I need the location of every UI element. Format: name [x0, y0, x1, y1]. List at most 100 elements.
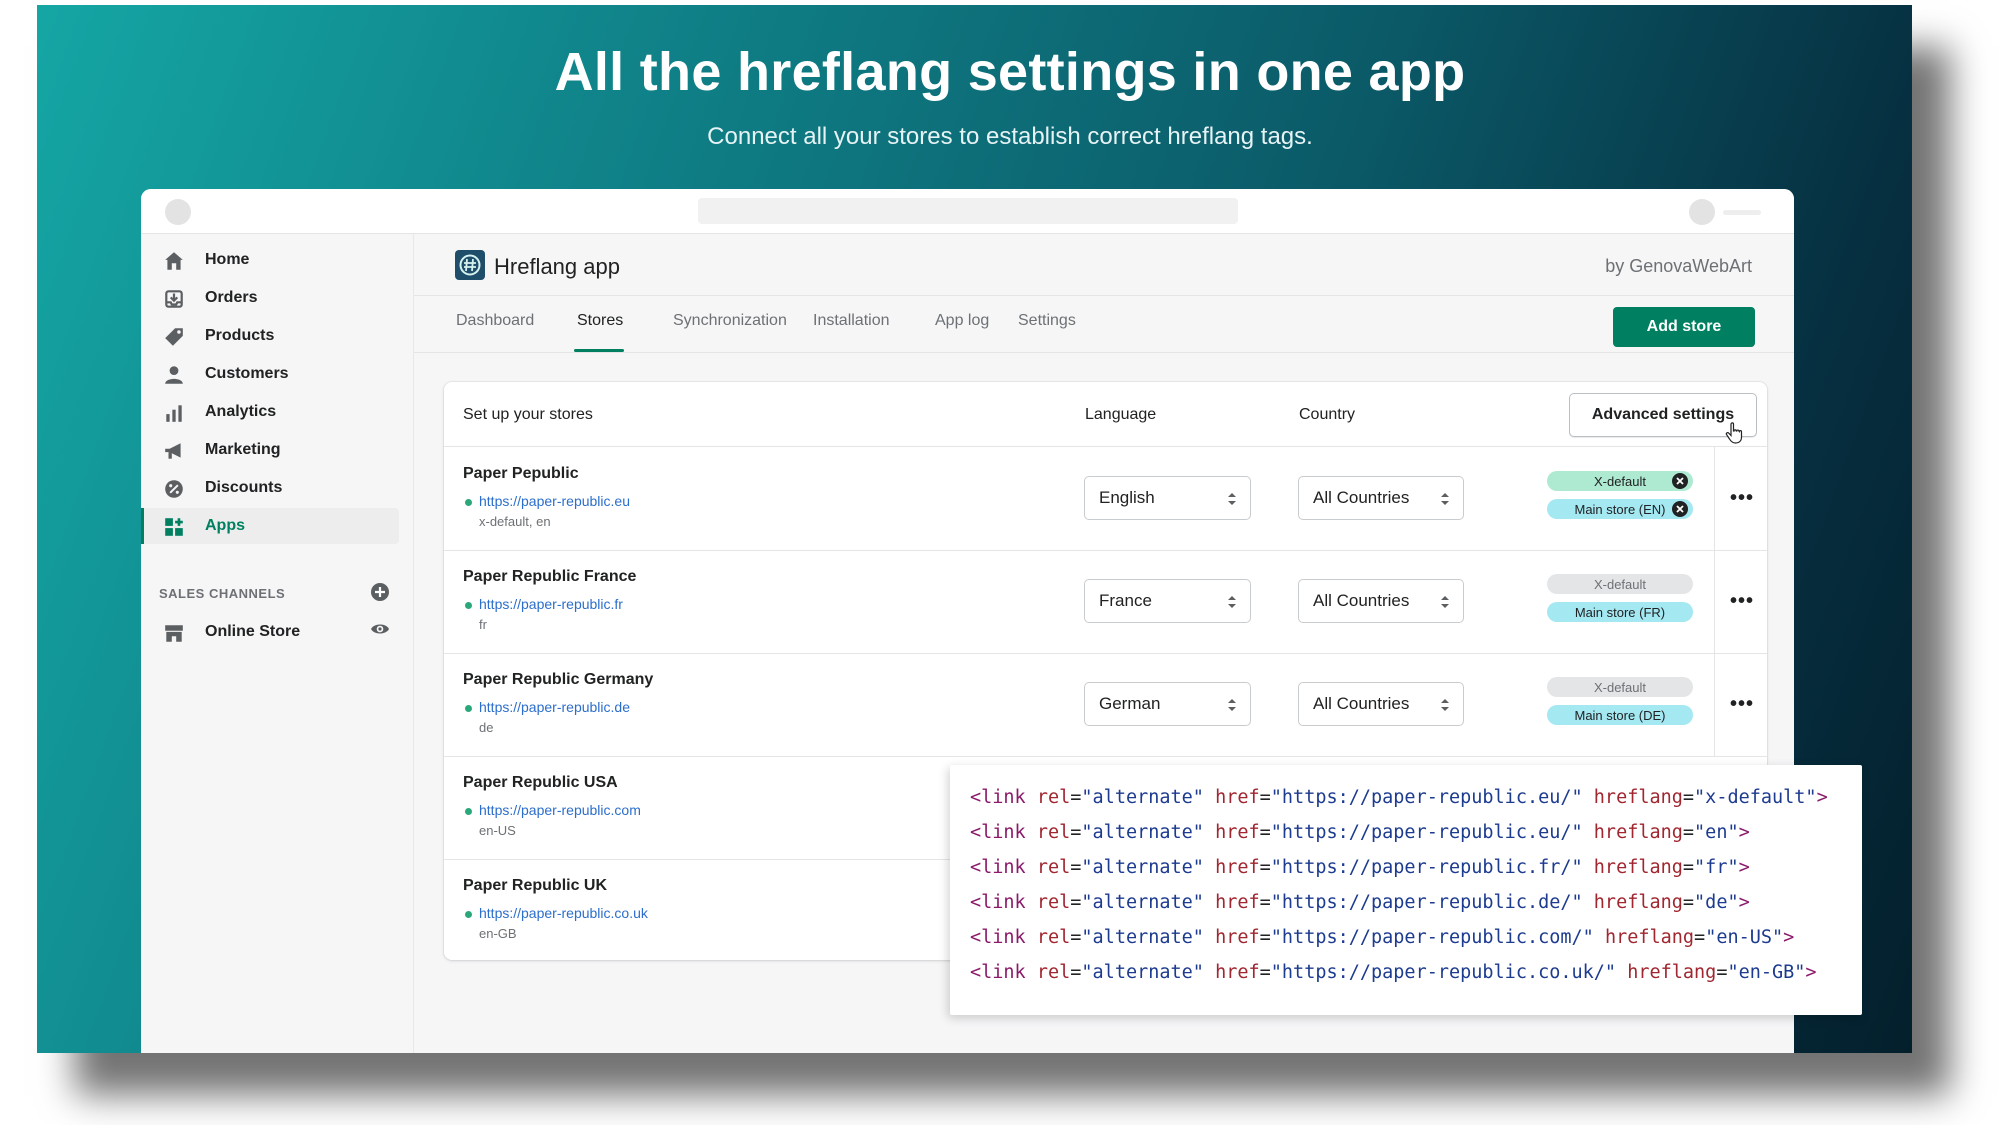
sidebar-item-discounts[interactable]: Discounts — [141, 470, 399, 506]
country-select[interactable]: All Countries — [1298, 682, 1464, 726]
person-icon — [165, 366, 183, 384]
hand-cursor-icon — [1725, 422, 1743, 444]
more-actions-icon[interactable]: ••• — [1730, 487, 1754, 510]
stores-card-header: Set up your stores Language Country Adva… — [444, 382, 1767, 447]
store-name: Paper Republic France — [463, 568, 637, 585]
code-line: <link rel="alternate" href="https://pape… — [970, 927, 1795, 948]
search-bar[interactable] — [698, 198, 1238, 224]
store-url-link[interactable]: https://paper-republic.eu — [479, 493, 630, 509]
language-select[interactable]: France — [1084, 579, 1251, 623]
remove-badge-icon[interactable] — [1672, 473, 1688, 489]
hero-title: All the hreflang settings in one app — [554, 42, 1466, 102]
country-select[interactable]: All Countries — [1298, 476, 1464, 520]
select-arrows-icon — [1228, 493, 1236, 505]
badge-label: Main store (DE) — [1574, 707, 1666, 723]
main-store-badge[interactable]: Main store (EN) — [1547, 499, 1693, 519]
remove-badge-icon[interactable] — [1672, 501, 1688, 517]
admin-top-bar — [141, 189, 1794, 234]
sidebar-item-orders[interactable]: Orders — [141, 280, 399, 316]
sidebar-item-label: Online Store — [205, 623, 301, 640]
account-name-placeholder — [1723, 210, 1761, 215]
sidebar-item-customers[interactable]: Customers — [141, 356, 399, 392]
hreflang-codes: x-default, en — [479, 514, 551, 529]
developer-credit: by GenovaWebArt — [1605, 256, 1752, 276]
sidebar-item-marketing[interactable]: Marketing — [141, 432, 399, 468]
app-header: Hreflang app by GenovaWebArt — [414, 234, 1794, 296]
country-column-header: Country — [1299, 406, 1356, 423]
tag-icon — [165, 328, 183, 346]
code-line: <link rel="alternate" href="https://pape… — [970, 962, 1817, 983]
more-actions-icon[interactable]: ••• — [1730, 590, 1754, 613]
x-default-badge[interactable]: X-default — [1547, 471, 1693, 491]
store-url-link[interactable]: https://paper-republic.co.uk — [479, 905, 648, 921]
badge-label: X-default — [1593, 473, 1647, 489]
tab-app-log[interactable]: App log — [935, 312, 989, 330]
tab-stores[interactable]: Stores — [577, 312, 623, 330]
app-title: Hreflang app — [494, 254, 620, 279]
language-select[interactable]: English — [1084, 476, 1251, 520]
add-store-button[interactable]: Add store — [1613, 307, 1755, 347]
hreflang-codes: en-US — [479, 823, 516, 838]
discount-icon — [165, 480, 183, 498]
store-logo-placeholder[interactable] — [165, 199, 191, 225]
country-select-value: All Countries — [1313, 694, 1410, 713]
active-tab-underline — [574, 349, 624, 352]
badge-label: Main store (EN) — [1574, 501, 1666, 517]
tab-synchronization[interactable]: Synchronization — [673, 312, 787, 330]
main-store-badge[interactable]: Main store (DE) — [1547, 705, 1693, 725]
status-dot — [465, 602, 472, 609]
store-name: Paper Republic USA — [463, 774, 618, 791]
card-title: Set up your stores — [463, 406, 593, 423]
store-url-link[interactable]: https://paper-republic.de — [479, 699, 630, 715]
store-url-link[interactable]: https://paper-republic.com — [479, 802, 641, 818]
hero-subtitle: Connect all your stores to establish cor… — [707, 123, 1313, 150]
language-select-value: German — [1099, 694, 1161, 713]
store-url-link[interactable]: https://paper-republic.fr — [479, 596, 623, 612]
hreflang-codes: de — [479, 720, 494, 735]
x-default-badge[interactable]: X-default — [1547, 677, 1693, 697]
sidebar-item-analytics[interactable]: Analytics — [141, 394, 399, 430]
sidebar-item-online-store[interactable]: Online Store — [141, 614, 399, 650]
sidebar-item-products[interactable]: Products — [141, 318, 399, 354]
column-divider — [1714, 550, 1715, 653]
country-select-value: All Countries — [1313, 591, 1410, 610]
store-row: Paper Republic France https://paper-repu… — [444, 550, 1767, 654]
status-dot — [465, 911, 472, 918]
sidebar: Home Orders Products Customers Analytics… — [141, 234, 414, 1053]
main-store-badge[interactable]: Main store (FR) — [1547, 602, 1693, 622]
add-channel-icon[interactable] — [370, 582, 390, 602]
store-name: Paper Pepublic — [463, 465, 579, 482]
country-select-value: All Countries — [1313, 488, 1410, 507]
avatar[interactable] — [1689, 199, 1715, 225]
sidebar-item-label: Orders — [205, 289, 258, 306]
tab-installation[interactable]: Installation — [813, 312, 890, 330]
sidebar-item-apps[interactable]: Apps — [141, 508, 399, 544]
x-default-badge[interactable]: X-default — [1547, 574, 1693, 594]
sidebar-item-label: Apps — [205, 517, 245, 534]
eye-icon[interactable] — [370, 619, 390, 639]
tab-settings[interactable]: Settings — [1018, 312, 1076, 330]
orders-icon — [165, 290, 183, 308]
select-arrows-icon — [1441, 493, 1449, 505]
more-actions-icon[interactable]: ••• — [1730, 693, 1754, 716]
store-icon — [165, 625, 183, 642]
apps-icon — [165, 518, 183, 536]
sidebar-item-label: Analytics — [205, 403, 277, 420]
select-arrows-icon — [1441, 699, 1449, 711]
language-select-value: English — [1099, 488, 1155, 507]
country-select[interactable]: All Countries — [1298, 579, 1464, 623]
tab-dashboard[interactable]: Dashboard — [456, 312, 534, 330]
select-arrows-icon — [1228, 596, 1236, 608]
hreflang-app-logo-icon — [455, 250, 485, 280]
code-line: <link rel="alternate" href="https://pape… — [970, 892, 1750, 913]
language-select[interactable]: German — [1084, 682, 1251, 726]
sales-channels-heading: SALES CHANNELS — [159, 586, 286, 601]
language-column-header: Language — [1085, 406, 1157, 423]
home-icon — [165, 252, 183, 270]
badge-label: Main store (FR) — [1574, 604, 1666, 620]
hreflang-codes: fr — [479, 617, 487, 632]
sidebar-item-home[interactable]: Home — [141, 242, 399, 278]
sidebar-item-label: Home — [205, 251, 250, 268]
sidebar-item-label: Customers — [205, 365, 289, 382]
sidebar-item-label: Discounts — [205, 479, 283, 496]
